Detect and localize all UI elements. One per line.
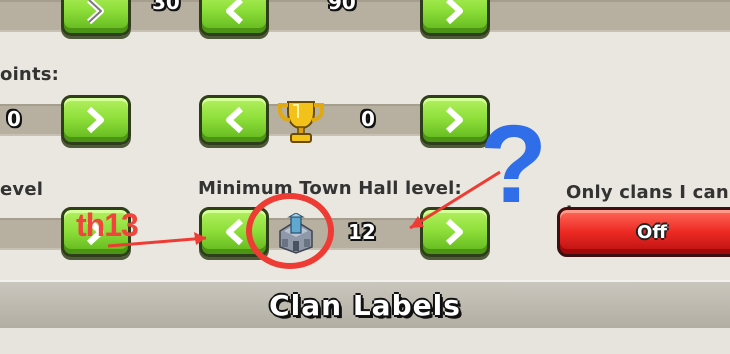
top-mid-prev-button[interactable] [199,0,269,36]
annotation-question-mark: ? [480,103,548,226]
town-hall-value: 12 [348,220,376,244]
top-mid-next-button[interactable] [420,0,490,36]
chevron-right-icon [445,218,463,246]
min-town-hall-label: Minimum Town Hall level: [198,178,462,199]
points-label: oints: [0,64,60,85]
level-label: evel [0,179,44,200]
clan-labels-header: Clan Labels [0,280,730,330]
chevron-left-icon [226,218,244,246]
points-next-button[interactable] [61,95,131,145]
top-left-next-button[interactable] [61,0,131,36]
annotation-text: th13 [76,207,139,243]
points-value: 0 [7,107,21,131]
top-row-value-a: 30 [152,0,180,14]
trophy-prev-button[interactable] [199,95,269,145]
chevron-right-icon [86,0,104,25]
toggle-off-label: Off [637,221,667,243]
only-clans-toggle-button[interactable]: Off [557,207,730,257]
chevron-right-icon [445,0,463,25]
trophy-icon [276,96,326,146]
chevron-right-icon [86,106,104,134]
trophy-value: 0 [361,107,375,131]
annotation-circle [246,193,334,269]
clan-labels-title: Clan Labels [269,288,461,322]
chevron-left-icon [226,0,244,25]
chevron-left-icon [226,106,244,134]
chevron-right-icon [445,106,463,134]
bottom-area [0,328,730,354]
top-row-value-b: 90 [328,0,356,14]
